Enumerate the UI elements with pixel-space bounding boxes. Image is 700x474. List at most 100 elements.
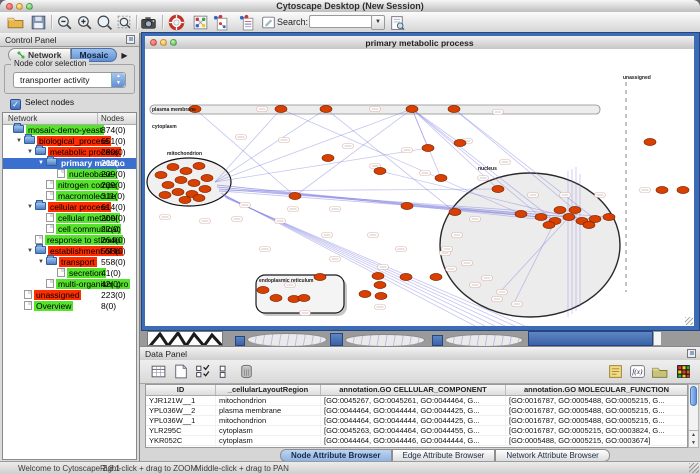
network-node[interactable]	[257, 286, 269, 293]
network-node[interactable]	[435, 174, 447, 181]
network-node[interactable]	[569, 206, 581, 213]
table-cell[interactable]: mitochondrion	[216, 416, 321, 425]
network-node[interactable]	[320, 105, 332, 112]
tree-row[interactable]: secretion41(0)	[3, 268, 136, 279]
tree-column-nodes[interactable]: Nodes	[101, 114, 124, 123]
network-node[interactable]	[449, 208, 461, 215]
window-resize-grip[interactable]	[685, 317, 693, 325]
table-cell[interactable]: [GO:0044464, GO:0044444, GO:0044425, G..…	[321, 416, 506, 425]
background-window-fragment[interactable]	[330, 333, 343, 346]
network-node[interactable]	[193, 194, 205, 201]
network-node[interactable]	[201, 174, 213, 181]
network-node[interactable]	[400, 273, 412, 280]
disclosure-arrow-icon[interactable]: ▼	[16, 136, 24, 147]
network-node[interactable]	[535, 213, 547, 220]
table-cell[interactable]: mitochondrion	[216, 396, 321, 405]
network-node[interactable]	[199, 185, 211, 192]
disclosure-arrow-icon[interactable]: ▼	[38, 158, 46, 169]
network-node[interactable]	[314, 273, 326, 280]
table-cell[interactable]: YPL036W__2	[146, 406, 216, 415]
tree-row[interactable]: response to stimulu264(0)	[3, 235, 136, 246]
tree-row[interactable]: ▼establishment of lo558(0)	[3, 246, 136, 257]
network-node[interactable]	[554, 206, 566, 213]
table-cell[interactable]: [GO:0044464, GO:0044446, GO:0044444, G..…	[321, 436, 506, 445]
table-column-header[interactable]: _cellularLayoutRegion	[216, 385, 321, 395]
network-node[interactable]	[180, 167, 192, 174]
table-cell[interactable]: YPL036W__1	[146, 416, 216, 425]
table-row[interactable]: YPL036W__1mitochondrion[GO:0044464, GO:0…	[146, 416, 687, 426]
tree-row[interactable]: cell communicat22(0)	[3, 224, 136, 235]
node-color-dropdown[interactable]: transporter activity ▲▼	[13, 72, 126, 88]
table-cell[interactable]: YKR052C	[146, 436, 216, 445]
table-cell[interactable]: [GO:0016787, GO:0005488, GO:0005215, G..…	[506, 396, 688, 405]
tree-row[interactable]: ▼transport558(0)	[3, 257, 136, 268]
table-row[interactable]: YKR052Ccytoplasm[GO:0044464, GO:0044446,…	[146, 436, 687, 446]
network-node[interactable]	[492, 185, 504, 192]
zoom-out-icon[interactable]	[56, 14, 73, 31]
table-cell[interactable]: [GO:0044464, GO:0044444, GO:0044425, G..…	[321, 446, 506, 448]
network-node[interactable]	[162, 181, 174, 188]
open-session-icon[interactable]	[7, 14, 24, 31]
table-row[interactable]: YJR121W__1mitochondrion[GO:0045267, GO:0…	[146, 396, 687, 406]
tree-row[interactable]: ▼primary metabo209(...	[3, 158, 136, 169]
search-dropdown-arrow[interactable]: ▼	[371, 15, 385, 30]
disclosure-arrow-icon[interactable]: ▼	[38, 257, 46, 268]
column-divider[interactable]	[97, 113, 98, 124]
delete-attribute-icon[interactable]	[238, 363, 255, 380]
network-node[interactable]	[155, 171, 167, 178]
table-cell[interactable]: YLR295C	[146, 426, 216, 435]
network-canvas[interactable]: plasma membranecytoplasmmitochondrionnuc…	[145, 49, 694, 326]
tree-column-network[interactable]: Network	[8, 114, 37, 123]
background-window-fragment[interactable]	[445, 334, 523, 346]
table-cell[interactable]: plasma membrane	[216, 406, 321, 415]
table-cell[interactable]: [GO:0016787, GO:0005215, GO:0003824, G..…	[506, 426, 688, 435]
table-column-header[interactable]: annotation.GO MOLECULAR_FUNCTION	[506, 385, 688, 395]
zoom-selected-icon[interactable]	[116, 14, 133, 31]
table-vertical-scrollbar[interactable]: ▲▼	[688, 384, 699, 448]
network-node[interactable]	[603, 213, 615, 220]
network-node[interactable]	[583, 221, 595, 228]
background-window-fragment[interactable]	[528, 331, 653, 346]
network-node[interactable]	[179, 196, 191, 203]
network-node[interactable]	[430, 273, 442, 280]
disclosure-arrow-icon[interactable]: ▼	[27, 246, 35, 257]
help-ring-icon[interactable]	[168, 14, 185, 31]
table-cell[interactable]: YJR121W__1	[146, 396, 216, 405]
network-node[interactable]	[159, 191, 171, 198]
table-cell[interactable]: cytoplasm	[216, 436, 321, 445]
background-window-fragment[interactable]	[247, 333, 327, 346]
attribute-table-icon[interactable]	[150, 363, 167, 380]
new-attribute-icon[interactable]	[172, 363, 189, 380]
network-node[interactable]	[422, 144, 434, 151]
network-node[interactable]	[172, 188, 184, 195]
float-panel-icon[interactable]	[126, 35, 135, 44]
network-node[interactable]	[193, 162, 205, 169]
network-node[interactable]	[543, 221, 555, 228]
select-attributes-icon[interactable]	[194, 363, 211, 380]
background-window-resize-grip[interactable]	[653, 331, 662, 346]
import-attributes-icon[interactable]	[238, 14, 255, 31]
network-node[interactable]	[374, 167, 386, 174]
network-node[interactable]	[406, 105, 418, 112]
network-node[interactable]	[270, 294, 282, 301]
table-cell[interactable]: [GO:0016787, GO:0005488, GO:0005215, G..…	[506, 416, 688, 425]
function-builder-icon[interactable]: f(x)	[629, 363, 646, 380]
search-advanced-icon[interactable]	[389, 14, 406, 31]
network-node[interactable]	[454, 139, 466, 146]
panel-settings-icon[interactable]	[607, 363, 624, 380]
table-cell[interactable]: [GO:0016787, GO:0005488, GO:0005215, G..…	[506, 406, 688, 415]
network-node[interactable]	[289, 192, 301, 199]
tree-row[interactable]: ▼metabolic process280(0)	[3, 147, 136, 158]
network-node[interactable]	[375, 292, 387, 299]
network-node[interactable]	[372, 272, 384, 279]
table-cell[interactable]: mitochondrion	[216, 446, 321, 448]
tree-row[interactable]: cellular metabol209(0)	[3, 213, 136, 224]
table-cell[interactable]: [GO:0016787, GO:0005488, GO:0005215, G..…	[506, 446, 688, 448]
background-window-fragment[interactable]	[345, 334, 425, 346]
search-input[interactable]	[309, 15, 373, 28]
snapshot-icon[interactable]	[140, 14, 157, 31]
create-network-icon[interactable]	[192, 14, 209, 31]
table-column-header[interactable]: annotation.GO CELLULAR_COMPONENT	[321, 385, 506, 395]
network-node[interactable]	[374, 281, 386, 288]
network-node[interactable]	[188, 179, 200, 186]
